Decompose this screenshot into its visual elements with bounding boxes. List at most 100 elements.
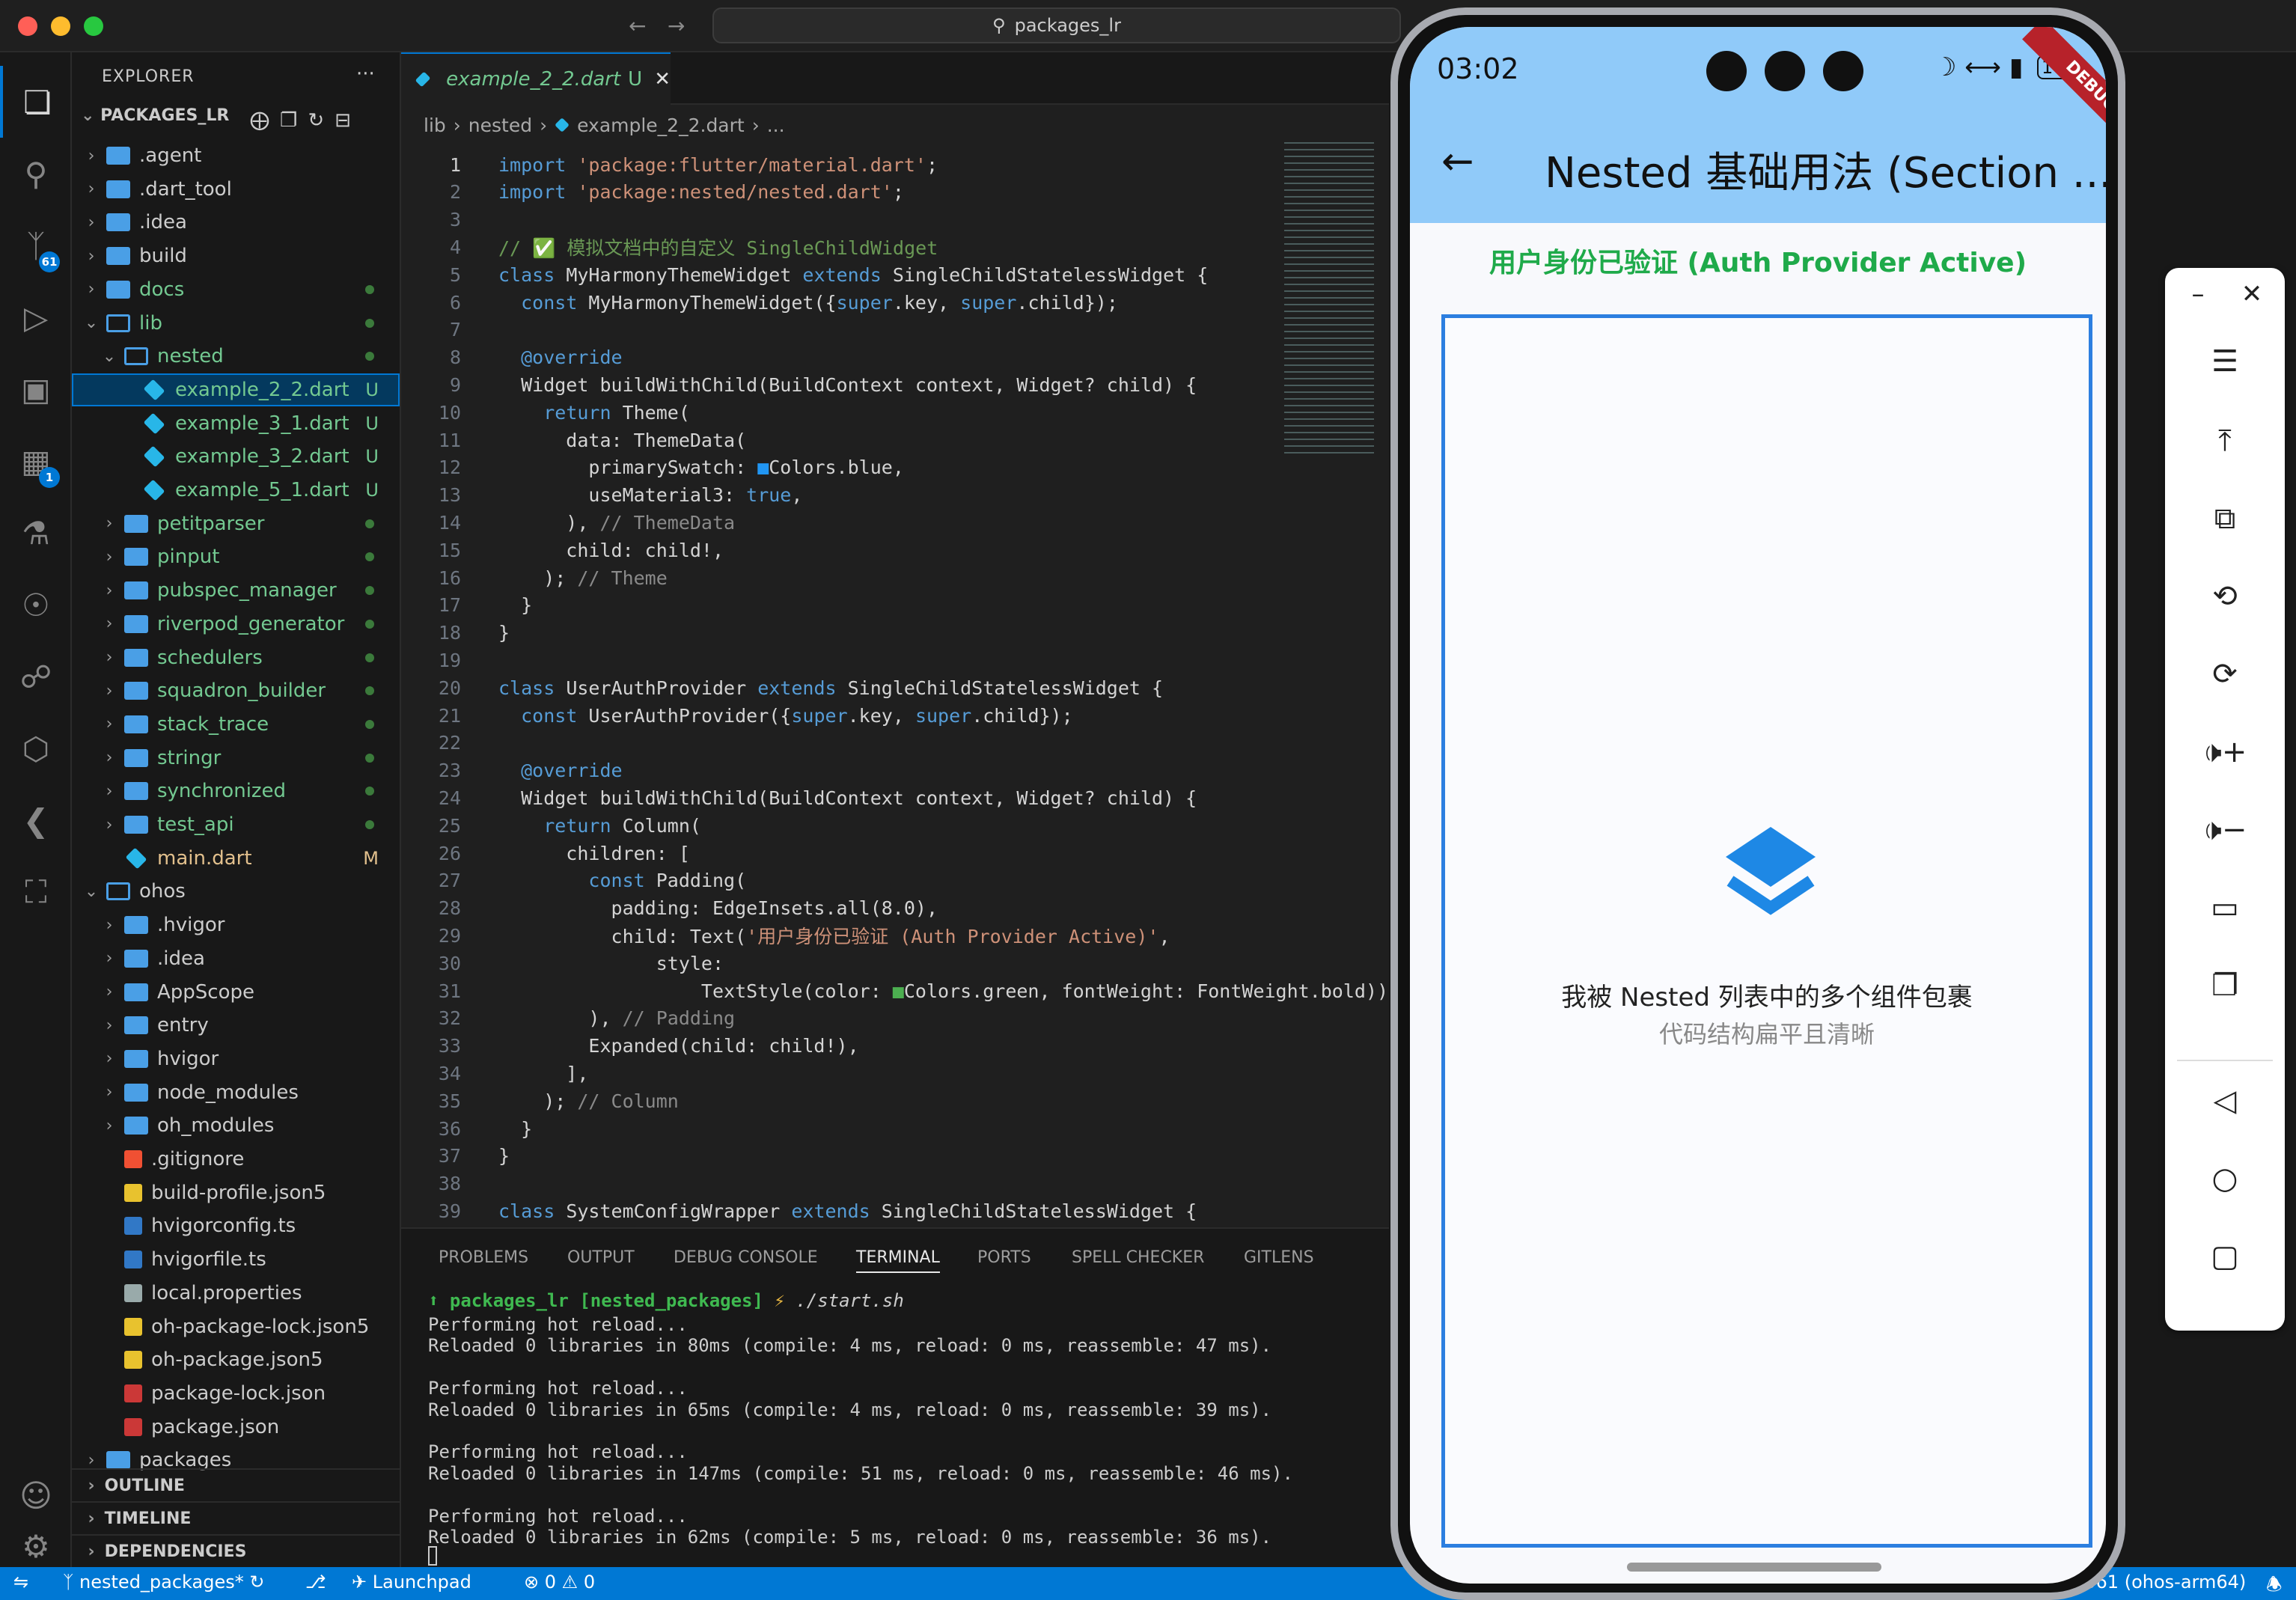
tree-item[interactable]: › .hvigor [72,909,400,941]
container-icon[interactable]: ⬡ [0,712,72,784]
tree-item[interactable]: local.properties [72,1277,400,1310]
new-folder-icon[interactable]: ❐ [280,109,308,132]
code-line[interactable]: 18} [401,620,1389,647]
recents-nav-icon[interactable]: ▢ [2165,1230,2285,1283]
tree-item[interactable]: example_2_2.dart U [72,373,400,406]
tree-item[interactable]: ⌄ nested [72,340,400,373]
code-line[interactable]: 26 children: [ [401,840,1389,867]
code-line[interactable]: 22 [401,730,1389,757]
scan-icon[interactable]: ⛶ [0,856,72,928]
tree-item[interactable]: › .idea [72,942,400,975]
remote-icon[interactable]: ⇋ [13,1572,28,1593]
notifications-icon[interactable]: 🕭 [2266,1572,2282,1600]
code-line[interactable]: 36 } [401,1115,1389,1142]
forward-arrow-icon[interactable]: → [668,13,685,38]
back-arrow-icon[interactable]: ← [1441,139,1474,184]
launchpad-item[interactable]: ✈ Launchpad [352,1572,471,1593]
run-debug-icon[interactable]: ▷ [0,281,72,353]
panel-tab-gitlens[interactable]: GITLENS [1244,1248,1314,1267]
account-icon[interactable]: ☺ [0,1459,72,1531]
tree-item[interactable]: › synchronized [72,775,400,807]
code-line[interactable]: 1 import 'package:flutter/material.dart'; [401,151,1389,178]
tree-item[interactable]: ⌄ ohos [72,875,400,908]
tree-item[interactable]: example_3_2.dart U [72,440,400,473]
tree-item[interactable]: › oh_modules [72,1109,400,1142]
code-line[interactable]: 28 padding: EdgeInsets.all(8.0), [401,895,1389,922]
rotate-right-icon[interactable]: ⟳ [2165,648,2285,700]
search-icon[interactable]: ⚲ [0,138,72,210]
settings-gear-icon[interactable]: ⚙ [0,1528,72,1565]
tree-item[interactable]: main.dart M [72,842,400,875]
code-line[interactable]: 27 const Padding( [401,867,1389,894]
code-line[interactable]: 17 } [401,592,1389,619]
code-line[interactable]: 30 style: [401,950,1389,977]
code-line[interactable]: 37} [401,1143,1389,1170]
tree-item[interactable]: › pubspec_manager [72,574,400,607]
tree-item[interactable]: › .dart_tool [72,173,400,206]
command-center-search[interactable]: ⚲ packages_lr [712,7,1401,43]
tree-item[interactable]: build-profile.json5 [72,1176,400,1209]
tree-item[interactable]: example_5_1.dart U [72,474,400,507]
code-line[interactable]: 25 return Column( [401,812,1389,839]
panel-tab-ports[interactable]: PORTS [977,1248,1031,1267]
code-line[interactable]: 33 Expanded(child: child!), [401,1033,1389,1060]
tree-item[interactable]: › node_modules [72,1076,400,1109]
gitlens-icon[interactable]: ☉ [0,569,72,641]
code-line[interactable]: 39 class SystemConfigWrapper extends Sing… [401,1197,1389,1224]
minimap[interactable] [1284,142,1374,457]
close-tab-icon[interactable]: ✕ [654,68,671,91]
source-control-icon[interactable]: ᛉ 61 [0,210,72,281]
volume-down-icon[interactable]: 🕩− [2165,804,2285,856]
code-line[interactable]: 35 ); // Column [401,1087,1389,1114]
tree-item[interactable]: oh-package-lock.json5 [72,1310,400,1343]
code-line[interactable]: 14 ), // ThemeData [401,509,1389,536]
flutter-icon[interactable]: ❮ [0,784,72,856]
panel-tab-spell-checker[interactable]: SPELL CHECKER [1072,1248,1204,1267]
rotate-device-icon[interactable]: ▭ [2165,882,2285,934]
problems-indicator[interactable]: ⊗ 0 ⚠ 0 [524,1572,595,1593]
screenshot-icon[interactable]: ❐ [2165,959,2285,1012]
code-line[interactable]: 5 class MyHarmonyThemeWidget extends Sing… [401,261,1389,288]
timeline-section[interactable]: › TIMELINE [72,1501,400,1534]
workspace-root[interactable]: ⌄ PACKAGES_LR [81,106,229,125]
close-window-button[interactable] [18,16,37,36]
breadcrumb-lib[interactable]: lib [424,114,446,136]
tree-item[interactable]: example_3_1.dart U [72,407,400,440]
code-line[interactable]: 32 ), // Padding [401,1005,1389,1032]
home-nav-icon[interactable]: ○ [2165,1152,2285,1205]
explorer-icon[interactable]: ❏ [0,66,72,138]
code-line[interactable]: 7 [401,317,1389,343]
panel-tab-problems[interactable]: PROBLEMS [439,1248,528,1267]
tree-item[interactable]: › .agent [72,139,400,172]
tree-item[interactable]: › entry [72,1009,400,1042]
code-line[interactable]: 12 primarySwatch: ■Colors.blue, [401,454,1389,481]
code-line[interactable]: 29 child: Text('用户身份已验证 (Auth Provider A… [401,922,1389,949]
tree-item[interactable]: hvigorconfig.ts [72,1209,400,1242]
code-line[interactable]: 13 useMaterial3: true, [401,482,1389,509]
collapse-all-icon[interactable]: ⊟ [335,109,361,132]
flutter-status-icon[interactable]: ⎇ [305,1572,326,1593]
code-line[interactable]: 10 return Theme( [401,399,1389,426]
home-indicator[interactable] [1627,1563,1881,1572]
breadcrumb-nested[interactable]: nested [468,114,532,136]
code-line[interactable]: 19 [401,647,1389,674]
tree-item[interactable]: › docs [72,273,400,306]
git-graph-icon[interactable]: ☍ [0,641,72,712]
code-line[interactable]: 2 import 'package:nested/nested.dart'; [401,179,1389,206]
tree-item[interactable]: package-lock.json [72,1377,400,1410]
back-arrow-icon[interactable]: ← [629,13,646,38]
remote-explorer-icon[interactable]: ▣ [0,353,72,425]
close-emulator-icon[interactable]: ✕ [2192,268,2296,320]
testing-icon[interactable]: ⚗ [0,497,72,569]
more-actions-icon[interactable]: ··· [356,63,375,85]
explorer-toolbar[interactable]: ⨁❐↻⊟ [250,109,361,132]
maximize-window-button[interactable] [84,16,103,36]
back-nav-icon[interactable]: ◁ [2165,1075,2285,1127]
tree-item[interactable]: .gitignore [72,1143,400,1176]
panel-tab-output[interactable]: OUTPUT [567,1248,635,1267]
breadcrumb-file[interactable]: example_2_2.dart [577,114,745,136]
tree-item[interactable]: › stringr [72,742,400,775]
tree-item[interactable]: › build [72,239,400,272]
tree-item[interactable]: hvigorfile.ts [72,1243,400,1276]
new-file-icon[interactable]: ⨁ [250,109,280,132]
